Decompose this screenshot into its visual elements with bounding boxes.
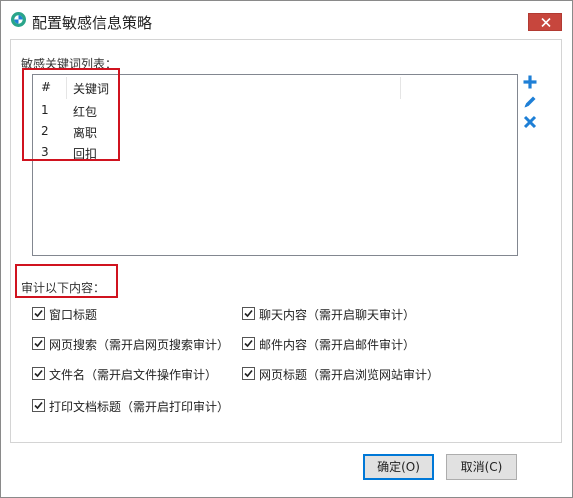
- row-index: 2: [41, 124, 49, 138]
- list-item[interactable]: 3 回扣: [33, 143, 517, 163]
- ok-button[interactable]: 确定(O): [363, 454, 434, 480]
- checkmark-icon: [34, 339, 43, 348]
- checkmark-icon: [244, 369, 253, 378]
- column-header-keyword[interactable]: 关键词: [73, 80, 109, 97]
- edit-icon[interactable]: [522, 94, 538, 110]
- keyword-list-header: # 关键词: [33, 75, 517, 101]
- checkbox-label: 文件名（需开启文件操作审计）: [49, 368, 218, 382]
- column-divider[interactable]: [66, 77, 67, 99]
- add-icon[interactable]: [522, 74, 538, 90]
- column-divider[interactable]: [400, 77, 401, 99]
- checkbox-label: 窗口标题: [49, 308, 98, 322]
- checkbox-label: 网页标题（需开启浏览网站审计）: [259, 368, 440, 382]
- row-keyword: 回扣: [73, 147, 98, 161]
- window-title: 配置敏感信息策略: [32, 14, 153, 32]
- list-item[interactable]: 2 离职: [33, 122, 517, 142]
- cancel-button[interactable]: 取消(C): [446, 454, 517, 480]
- title-bar: 配置敏感信息策略: [1, 1, 572, 39]
- row-keyword: 红包: [73, 105, 98, 119]
- row-keyword: 离职: [73, 126, 98, 140]
- delete-icon[interactable]: [522, 114, 538, 130]
- checkbox-label: 网页搜索（需开启网页搜索审计）: [49, 338, 230, 352]
- app-logo-icon: [11, 12, 26, 27]
- checkmark-icon: [244, 339, 253, 348]
- checkmark-icon: [244, 309, 253, 318]
- checkmark-icon: [34, 309, 43, 318]
- checkbox[interactable]: [32, 399, 45, 412]
- checkbox-label: 打印文档标题（需开启打印审计）: [49, 400, 230, 414]
- checkbox[interactable]: [32, 337, 45, 350]
- audit-content-label: 审计以下内容：: [21, 281, 106, 295]
- checkbox[interactable]: [242, 367, 255, 380]
- checkbox[interactable]: [32, 367, 45, 380]
- checkbox[interactable]: [242, 337, 255, 350]
- keyword-list[interactable]: # 关键词 1 红包 2 离职 3 回扣: [32, 74, 518, 256]
- column-header-index[interactable]: #: [41, 80, 51, 94]
- close-icon: [541, 18, 551, 27]
- close-button[interactable]: [528, 13, 562, 31]
- row-index: 1: [41, 103, 49, 117]
- checkbox-label: 邮件内容（需开启邮件审计）: [259, 338, 416, 352]
- keyword-list-label: 敏感关键词列表：: [21, 57, 118, 71]
- checkmark-icon: [34, 401, 43, 410]
- checkmark-icon: [34, 369, 43, 378]
- list-item[interactable]: 1 红包: [33, 101, 517, 121]
- checkbox-label: 聊天内容（需开启聊天审计）: [259, 308, 416, 322]
- row-index: 3: [41, 145, 49, 159]
- checkbox[interactable]: [32, 307, 45, 320]
- checkbox[interactable]: [242, 307, 255, 320]
